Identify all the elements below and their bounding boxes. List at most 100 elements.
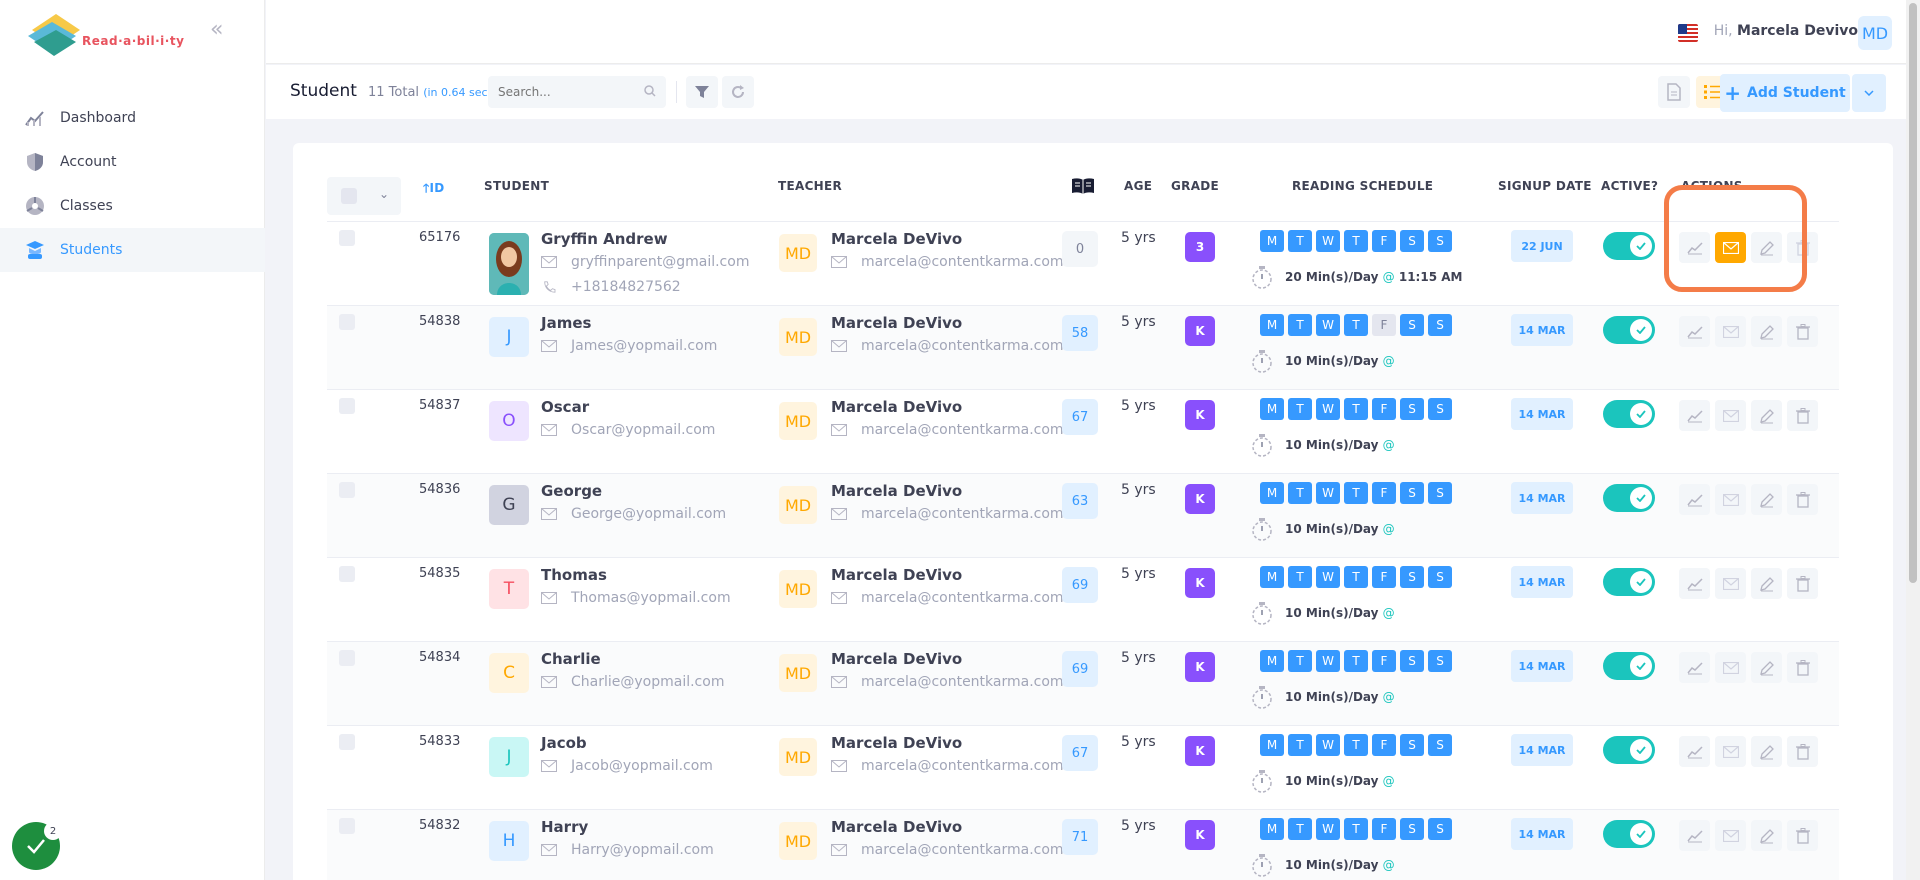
student-name[interactable]: George: [541, 482, 602, 500]
user-avatar[interactable]: MD: [1858, 16, 1892, 50]
books-count[interactable]: 0: [1062, 231, 1098, 267]
student-name[interactable]: James: [541, 314, 591, 332]
student-name[interactable]: Jacob: [541, 734, 587, 752]
books-count[interactable]: 69: [1062, 651, 1098, 687]
active-toggle[interactable]: [1603, 736, 1655, 764]
email-button[interactable]: [1715, 736, 1746, 767]
table-row[interactable]: 54837 O Oscar Oscar@yopmail.com MD Marce…: [327, 390, 1839, 474]
active-toggle[interactable]: [1603, 400, 1655, 428]
stats-button[interactable]: [1679, 736, 1710, 767]
edit-button[interactable]: [1751, 568, 1782, 599]
student-avatar[interactable]: C: [489, 653, 529, 693]
header-age[interactable]: AGE: [1124, 179, 1152, 193]
active-toggle[interactable]: [1603, 652, 1655, 680]
active-toggle[interactable]: [1603, 568, 1655, 596]
row-checkbox[interactable]: [339, 734, 355, 750]
stats-button[interactable]: [1679, 652, 1710, 683]
select-all-checkbox[interactable]: [341, 188, 357, 204]
filter-button[interactable]: [686, 76, 718, 108]
student-name[interactable]: Thomas: [541, 566, 607, 584]
header-signup-date[interactable]: SIGNUP DATE: [1498, 179, 1592, 193]
collapse-sidebar-icon[interactable]: «: [210, 19, 232, 42]
us-flag-icon[interactable]: [1678, 24, 1698, 42]
student-avatar[interactable]: H: [489, 821, 529, 861]
delete-button[interactable]: [1787, 736, 1818, 767]
edit-button[interactable]: [1751, 736, 1782, 767]
row-checkbox[interactable]: [339, 482, 355, 498]
delete-button[interactable]: [1787, 316, 1818, 347]
add-dropdown-button[interactable]: [1852, 74, 1886, 112]
email-button[interactable]: [1715, 316, 1746, 347]
header-reading-schedule[interactable]: READING SCHEDULE: [1292, 179, 1433, 193]
books-count[interactable]: 67: [1062, 735, 1098, 771]
email-button[interactable]: [1715, 400, 1746, 431]
row-checkbox[interactable]: [339, 230, 355, 246]
row-checkbox[interactable]: [339, 314, 355, 330]
row-checkbox[interactable]: [339, 650, 355, 666]
student-name[interactable]: Oscar: [541, 398, 589, 416]
books-count[interactable]: 58: [1062, 315, 1098, 351]
student-name[interactable]: Gryffin Andrew: [541, 230, 668, 248]
edit-button[interactable]: [1751, 820, 1782, 851]
header-student[interactable]: STUDENT: [484, 179, 549, 193]
table-row[interactable]: 54838 J James James@yopmail.com MD Marce…: [327, 306, 1839, 390]
student-avatar[interactable]: J: [489, 317, 529, 357]
email-button[interactable]: [1715, 484, 1746, 515]
student-photo[interactable]: [489, 233, 529, 295]
header-id[interactable]: 🡑ID: [423, 179, 445, 200]
stats-button[interactable]: [1679, 400, 1710, 431]
table-row[interactable]: 54834 C Charlie Charlie@yopmail.com MD M…: [327, 642, 1839, 726]
email-button[interactable]: [1715, 652, 1746, 683]
email-button[interactable]: [1715, 820, 1746, 851]
sidebar-item-account[interactable]: Account: [0, 140, 265, 184]
edit-button[interactable]: [1751, 316, 1782, 347]
stats-button[interactable]: [1679, 316, 1710, 347]
stats-button[interactable]: [1679, 568, 1710, 599]
student-avatar[interactable]: O: [489, 401, 529, 441]
header-teacher[interactable]: TEACHER: [778, 179, 842, 193]
table-row[interactable]: 54833 J Jacob Jacob@yopmail.com MD Marce…: [327, 726, 1839, 810]
refresh-button[interactable]: [722, 76, 754, 108]
edit-button[interactable]: [1751, 400, 1782, 431]
row-checkbox[interactable]: [339, 818, 355, 834]
stats-button[interactable]: [1679, 484, 1710, 515]
delete-button[interactable]: [1787, 652, 1818, 683]
task-checklist-button[interactable]: 2: [12, 822, 62, 870]
delete-button[interactable]: [1787, 484, 1818, 515]
student-name[interactable]: Harry: [541, 818, 588, 836]
student-avatar[interactable]: G: [489, 485, 529, 525]
student-avatar[interactable]: T: [489, 569, 529, 609]
books-count[interactable]: 71: [1062, 819, 1098, 855]
edit-button[interactable]: [1751, 484, 1782, 515]
app-logo[interactable]: Read·a·bil·i·ty: [26, 8, 186, 60]
student-name[interactable]: Charlie: [541, 650, 601, 668]
active-toggle[interactable]: [1603, 820, 1655, 848]
document-view-button[interactable]: [1658, 76, 1690, 108]
active-toggle[interactable]: [1603, 232, 1655, 260]
header-grade[interactable]: GRADE: [1171, 179, 1219, 193]
sidebar-item-classes[interactable]: Classes: [0, 184, 265, 228]
row-checkbox[interactable]: [339, 566, 355, 582]
header-active[interactable]: ACTIVE?: [1601, 179, 1658, 193]
select-all-dropdown[interactable]: ⌄: [327, 177, 401, 215]
delete-button[interactable]: [1787, 568, 1818, 599]
table-row[interactable]: 54836 G George George@yopmail.com MD Mar…: [327, 474, 1839, 558]
active-toggle[interactable]: [1603, 484, 1655, 512]
sidebar-item-dashboard[interactable]: Dashboard: [0, 96, 265, 140]
delete-button[interactable]: [1787, 820, 1818, 851]
books-count[interactable]: 63: [1062, 483, 1098, 519]
table-row[interactable]: 54832 H Harry Harry@yopmail.com MD Marce…: [327, 810, 1839, 880]
delete-button[interactable]: [1787, 400, 1818, 431]
stats-button[interactable]: [1679, 820, 1710, 851]
table-row[interactable]: 54835 T Thomas Thomas@yopmail.com MD Mar…: [327, 558, 1839, 642]
sidebar-item-students[interactable]: Students: [0, 228, 265, 272]
books-count[interactable]: 67: [1062, 399, 1098, 435]
email-button[interactable]: [1715, 568, 1746, 599]
user-greeting[interactable]: Hi, Marcela Devivo: [1714, 23, 1858, 39]
add-student-button[interactable]: + Add Student: [1720, 74, 1850, 112]
search-input[interactable]: [488, 76, 638, 108]
page-scrollbar[interactable]: [1906, 0, 1920, 880]
student-avatar[interactable]: J: [489, 737, 529, 777]
books-count[interactable]: 69: [1062, 567, 1098, 603]
table-row[interactable]: 65176 Gryffin Andrew gryffinparent@gmail…: [327, 222, 1839, 306]
